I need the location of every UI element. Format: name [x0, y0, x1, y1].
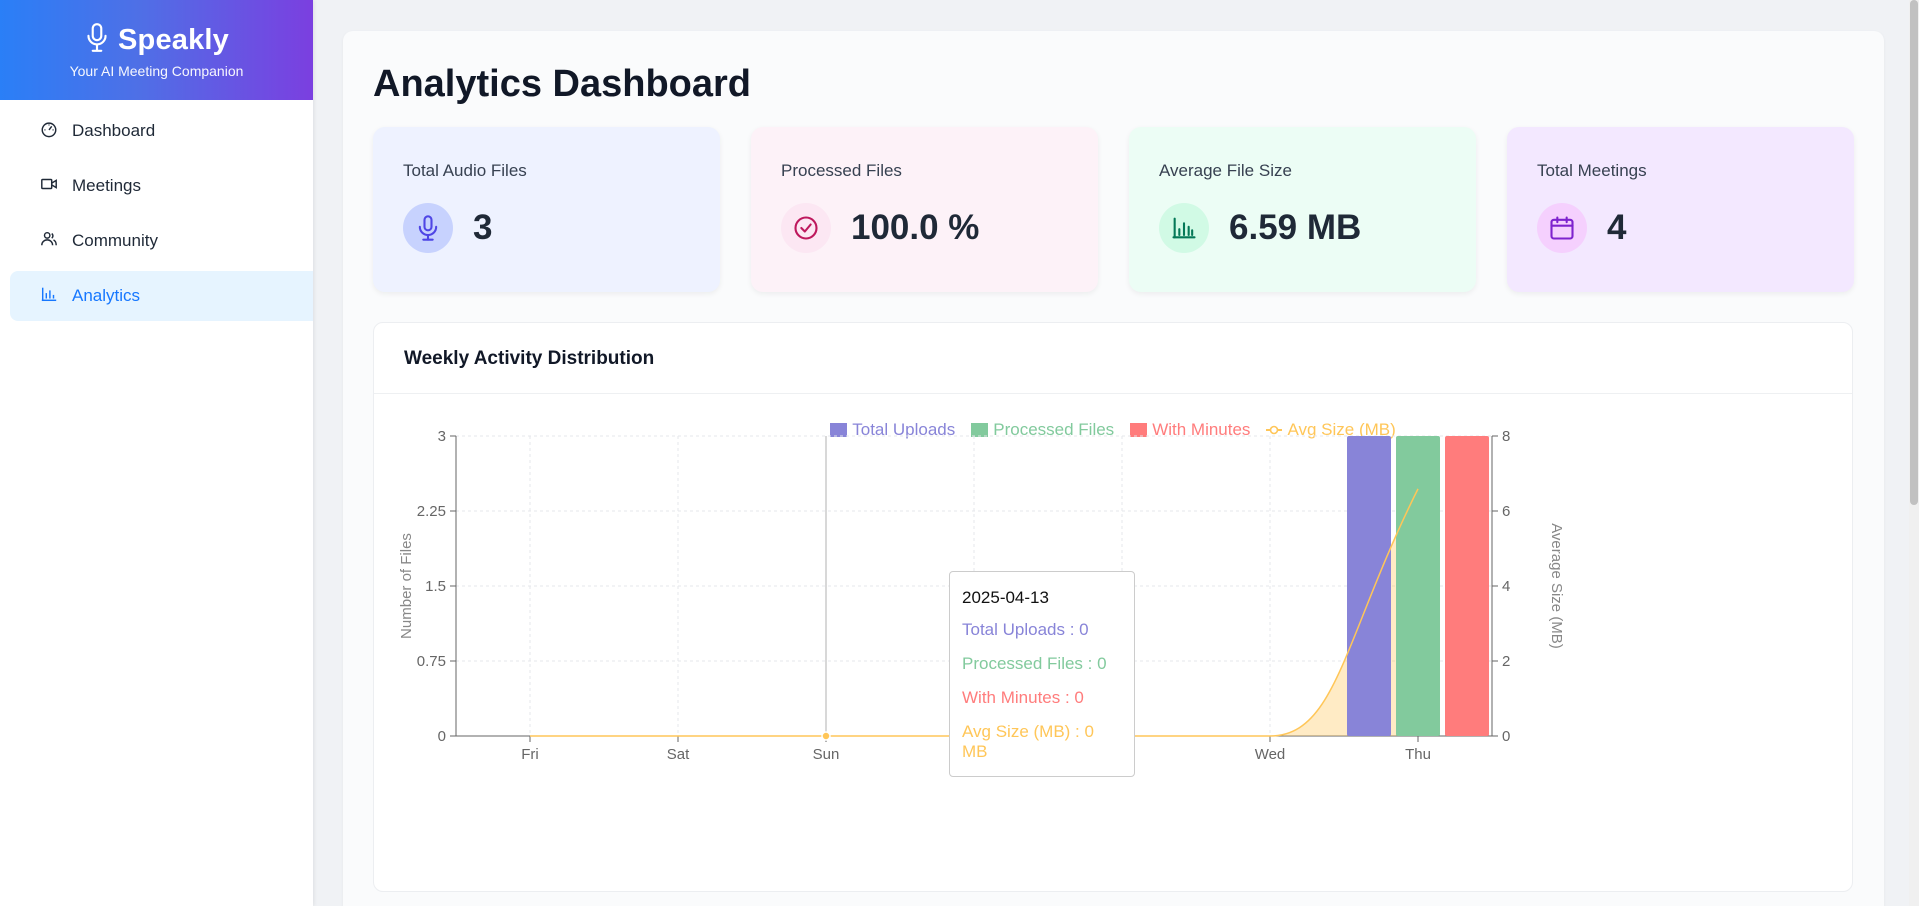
microphone-icon — [403, 203, 453, 253]
tooltip-line-total-uploads: Total Uploads : 0 — [962, 620, 1089, 639]
sidebar-item-analytics[interactable]: Analytics — [10, 271, 313, 321]
bar-with-minutes — [1445, 436, 1489, 736]
x-tick-label: Sun — [813, 746, 840, 763]
y-axis-label: Number of Files — [398, 533, 415, 639]
stat-value: 3 — [473, 208, 493, 247]
sidebar: Speakly Your AI Meeting Companion Dashbo… — [0, 0, 313, 906]
y2-axis-label: Average Size (MB) — [1548, 523, 1565, 649]
scrollbar[interactable] — [1909, 0, 1919, 906]
y-tick-label: 0.75 — [417, 653, 446, 670]
y-tick-label: 0 — [438, 728, 446, 745]
check-circle-icon — [781, 203, 831, 253]
sidebar-item-dashboard[interactable]: Dashboard — [10, 106, 313, 156]
scroll-thumb[interactable] — [1910, 0, 1918, 505]
stat-card-total-meetings: Total Meetings 4 — [1507, 127, 1854, 292]
y-tick-label: 1.5 — [425, 578, 446, 595]
stat-value: 100.0 % — [851, 208, 980, 247]
video-icon — [40, 175, 58, 198]
tooltip-line-processed-files: Processed Files : 0 — [962, 654, 1107, 673]
y2-tick-label: 8 — [1502, 428, 1510, 445]
main-content: Analytics Dashboard Total Audio Files 3 … — [343, 31, 1884, 906]
sidebar-item-label: Meetings — [72, 176, 141, 195]
y2-tick-label: 4 — [1502, 578, 1510, 595]
microphone-icon — [84, 22, 110, 59]
y2-tick-label: 0 — [1502, 728, 1510, 745]
active-dot — [821, 731, 831, 741]
sidebar-item-meetings[interactable]: Meetings — [10, 161, 313, 211]
stat-label: Average File Size — [1159, 161, 1292, 180]
stat-card-processed-files: Processed Files 100.0 % — [751, 127, 1098, 292]
bar-chart-icon — [40, 285, 58, 308]
bar-processed-files — [1396, 436, 1440, 736]
brand-header: Speakly Your AI Meeting Companion — [0, 0, 313, 100]
brand-name: Speakly — [117, 23, 230, 56]
stat-label: Total Meetings — [1537, 161, 1647, 180]
tooltip-line-with-minutes: With Minutes : 0 — [962, 688, 1084, 707]
stat-value: 4 — [1607, 208, 1627, 247]
chart-card: Weekly Activity Distribution Total Uploa… — [373, 322, 1853, 892]
dashboard-icon — [40, 120, 58, 143]
bar-total-uploads — [1347, 436, 1391, 736]
stat-card-average-file-size: Average File Size 6.59 MB — [1129, 127, 1476, 292]
stat-label: Total Audio Files — [403, 161, 527, 180]
y2-tick-label: 6 — [1502, 503, 1510, 520]
tooltip-line-avg-size: Avg Size (MB) : 0 MB — [962, 722, 1094, 761]
brand-tagline: Your AI Meeting Companion — [69, 62, 244, 79]
stat-card-total-audio-files: Total Audio Files 3 — [373, 127, 720, 292]
x-tick-label: Sat — [667, 746, 690, 763]
sidebar-item-community[interactable]: Community — [10, 216, 313, 266]
sidebar-nav: Dashboard Meetings Community Analytics — [0, 106, 313, 321]
stat-value: 6.59 MB — [1229, 208, 1362, 247]
calendar-icon — [1537, 203, 1587, 253]
tooltip-date: 2025-04-13 — [962, 588, 1049, 607]
x-tick-label: Thu — [1405, 746, 1431, 763]
sidebar-item-label: Dashboard — [72, 121, 156, 140]
x-tick-label: Fri — [521, 746, 539, 763]
sidebar-item-label: Community — [72, 231, 158, 250]
community-icon — [40, 230, 58, 253]
y-tick-label: 3 — [438, 428, 446, 445]
y2-tick-label: 2 — [1502, 653, 1510, 670]
page-title: Analytics Dashboard — [373, 63, 751, 105]
chart-tooltip: 2025-04-13 Total Uploads : 0 Processed F… — [949, 571, 1135, 777]
x-tick-label: Wed — [1255, 746, 1286, 763]
sidebar-item-label: Analytics — [72, 286, 141, 305]
bar-chart-icon — [1159, 203, 1209, 253]
y-tick-label: 2.25 — [417, 503, 446, 520]
stat-label: Processed Files — [781, 161, 902, 180]
